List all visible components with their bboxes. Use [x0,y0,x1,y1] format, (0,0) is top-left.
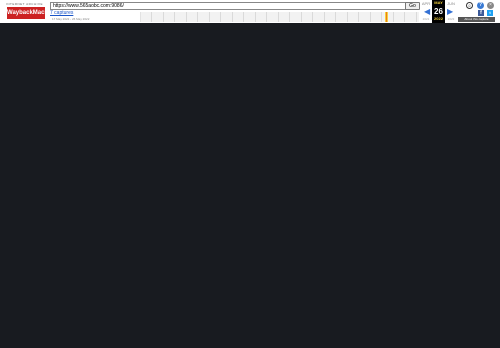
next-month-link[interactable]: JUN [446,2,456,6]
sparkline-month-divider [369,12,371,22]
sparkline-month-divider [254,12,256,22]
sparkline-month-divider [312,12,313,22]
sparkline-month-divider [266,12,267,22]
sparkline-month-divider [289,12,290,22]
wayback-logo[interactable]: INTERNET ARCHIVE WaybackMachine [6,2,46,20]
sparkline-month-divider [415,12,417,22]
current-day: 26 [434,7,443,16]
sparkline-month-divider [277,12,279,22]
next-year-link[interactable]: 2023 [446,17,456,21]
help-icon[interactable]: ? [477,2,484,9]
prev-month-link[interactable]: APR [421,2,431,6]
sparkline-month-divider [358,12,359,22]
url-input[interactable]: https://www.565aobc.com:9086/ [50,2,406,10]
next-capture-arrow-icon[interactable]: ▶ [447,8,453,16]
sparkline-month-divider [300,12,302,22]
capture-sparkline[interactable] [140,12,419,22]
sparkline-month-divider [174,12,175,22]
page-content-area [0,23,500,348]
sparkline-month-divider [335,12,336,22]
sparkline-month-divider [392,12,394,22]
sparkline-month-divider [404,12,405,22]
close-icon[interactable]: × [487,2,494,9]
sparkline-month-divider [346,12,348,22]
logo-big-text: WaybackMachine [7,7,45,19]
current-capture-line [386,12,387,22]
sparkline-month-divider [185,12,187,22]
sparkline-month-divider [162,12,164,22]
current-date-box: MAY 26 2022 [432,0,445,23]
sparkline-month-divider [231,12,233,22]
sparkline-month-divider [323,12,325,22]
go-button[interactable]: Go [405,2,420,10]
facebook-icon[interactable]: f [478,10,484,16]
sparkline-month-divider [243,12,244,22]
captures-link[interactable]: 7 captures [50,11,73,16]
capture-date-range: 17 May 2022 - 26 May 2022 [52,17,90,21]
account-icon[interactable]: ☺ [466,2,473,9]
prev-capture-arrow-icon[interactable]: ◀ [424,8,430,16]
sparkline-month-divider [197,12,198,22]
twitter-icon[interactable]: t [487,10,493,16]
sparkline-month-divider [151,12,152,22]
current-month: MAY [434,0,443,5]
about-capture-button[interactable]: About this capture [458,17,495,22]
sparkline-month-divider [381,12,382,22]
prev-year-link[interactable]: 2021 [421,17,431,21]
sparkline-month-divider [220,12,221,22]
wayback-toolbar: INTERNET ARCHIVE WaybackMachine https://… [0,0,500,23]
sparkline-month-divider [208,12,210,22]
current-year: 2022 [434,16,443,21]
logo-small-text: INTERNET ARCHIVE [6,2,43,6]
